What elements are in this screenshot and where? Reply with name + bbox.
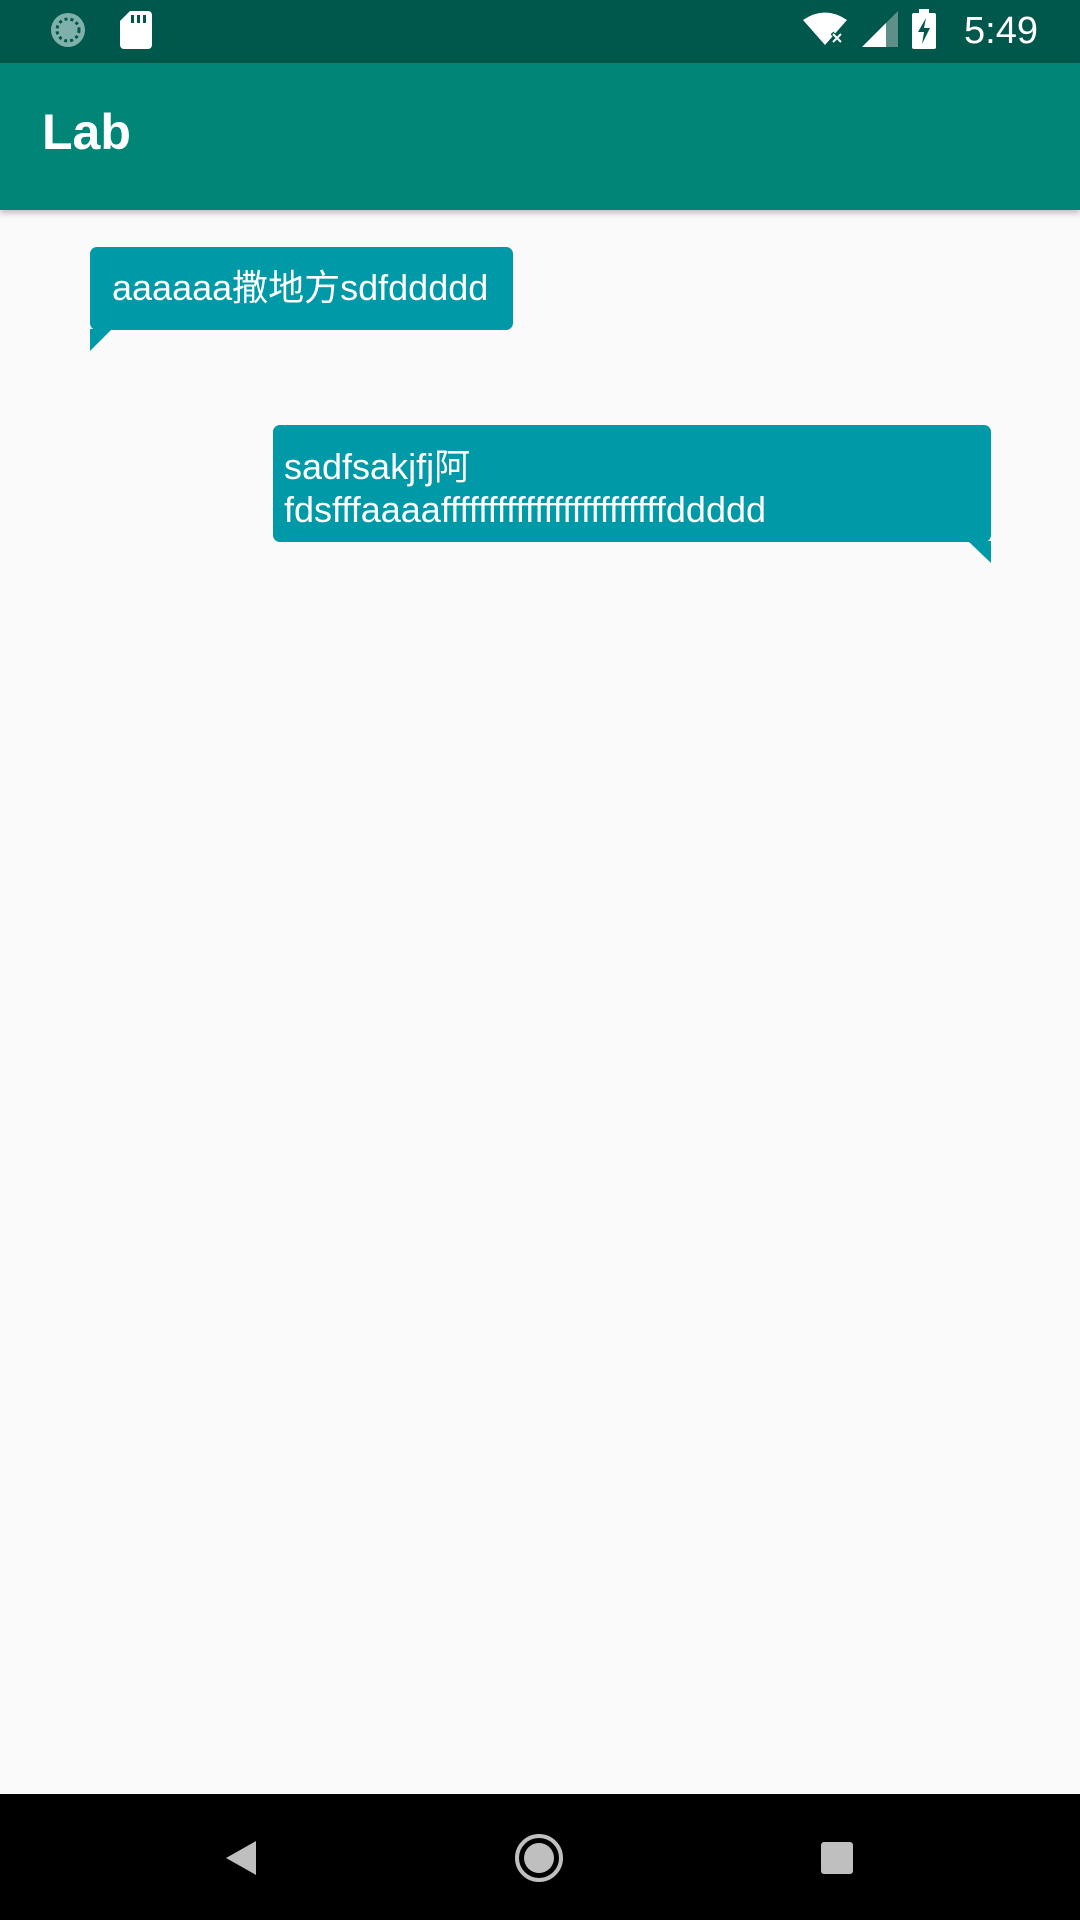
bubble-tail-left	[90, 329, 112, 351]
chat-bubble-outgoing[interactable]: sadfsakjfj阿 fdsfffaaaaffffffffffffffffff…	[273, 425, 991, 542]
home-icon	[515, 1834, 563, 1882]
wifi-no-internet-icon	[802, 11, 848, 52]
status-bar: 5:49	[0, 0, 1080, 63]
recent-apps-button[interactable]	[806, 1827, 868, 1889]
home-button[interactable]	[508, 1827, 570, 1889]
back-button[interactable]	[210, 1827, 272, 1889]
recent-apps-icon	[821, 1842, 853, 1874]
sd-card-icon	[120, 10, 152, 54]
bubble-tail-right	[968, 541, 991, 563]
cellular-signal-icon	[862, 11, 899, 52]
navigation-bar	[0, 1794, 1080, 1920]
status-right-icons: 5:49	[802, 0, 1038, 63]
app-bar: Lab	[0, 63, 1080, 210]
status-time: 5:49	[964, 10, 1038, 52]
page-title: Lab	[42, 104, 131, 160]
chat-bubble-incoming[interactable]: aaaaaa撒地方sdfddddd	[90, 247, 513, 330]
loading-icon	[48, 10, 88, 55]
back-icon	[226, 1841, 256, 1875]
status-left-icons	[48, 10, 152, 55]
battery-charging-icon	[912, 9, 937, 54]
